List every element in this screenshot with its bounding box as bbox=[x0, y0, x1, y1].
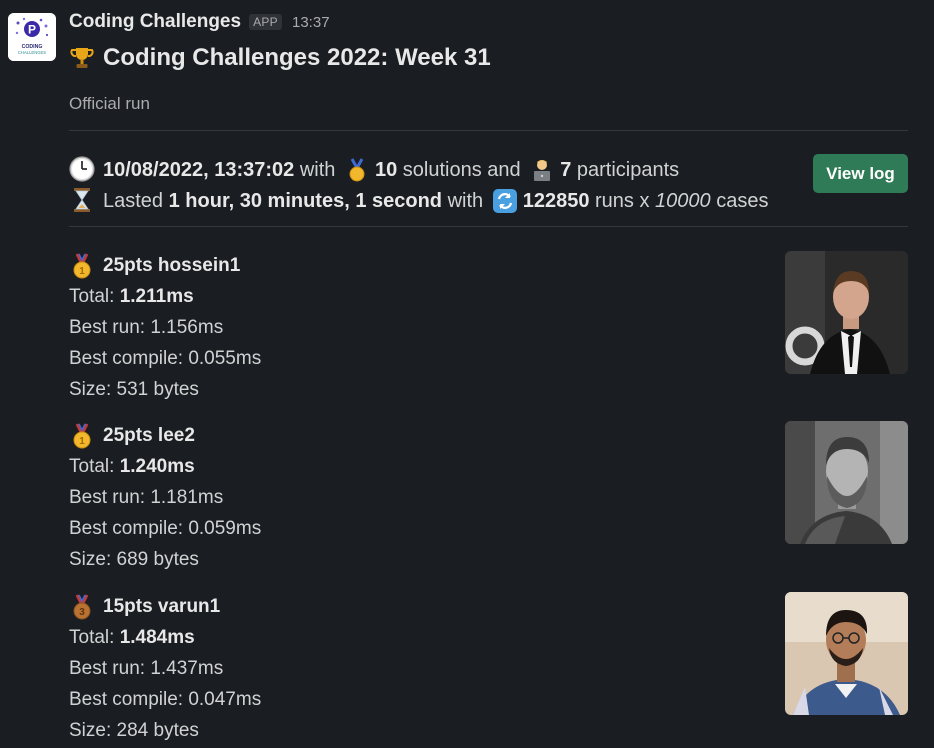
view-log-button[interactable]: View log bbox=[813, 154, 908, 193]
trophy-icon bbox=[70, 48, 94, 68]
person-photo-icon bbox=[785, 592, 908, 715]
entry-best-run: Best run: 1.181ms bbox=[69, 487, 224, 508]
participant-photo[interactable] bbox=[785, 251, 908, 374]
person-photo-icon bbox=[785, 251, 908, 374]
participant-photo[interactable] bbox=[785, 592, 908, 715]
repeat-arrows-icon bbox=[492, 189, 517, 213]
run-summary-line: 10/08/2022, 13:37:02 with 10 solutions a… bbox=[69, 156, 679, 182]
coding-challenges-logo-icon: P CODING CHALLENGES bbox=[8, 13, 56, 61]
entry-best-compile: Best compile: 0.047ms bbox=[69, 689, 262, 710]
svg-text:1: 1 bbox=[79, 436, 85, 447]
svg-text:3: 3 bbox=[79, 607, 85, 618]
run-with-text: with bbox=[294, 159, 341, 181]
technologist-icon bbox=[534, 160, 551, 181]
run-duration-line: Lasted 1 hour, 30 minutes, 1 second with… bbox=[69, 187, 768, 213]
leaderboard-entry: 1 25pts lee2 Total: 1.240ms Best run: 1.… bbox=[69, 421, 909, 575]
entry-total: Total: 1.240ms bbox=[69, 456, 195, 477]
medal-icon bbox=[349, 158, 365, 182]
message-timestamp[interactable]: 13:37 bbox=[292, 14, 330, 31]
entry-best-run: Best run: 1.156ms bbox=[69, 317, 224, 338]
participant-photo[interactable] bbox=[785, 421, 908, 544]
run-duration: 1 hour, 30 minutes, 1 second bbox=[168, 190, 443, 212]
hourglass-icon bbox=[74, 188, 90, 212]
participants-count: 7 bbox=[560, 159, 572, 181]
gold-medal-icon: 1 bbox=[73, 423, 91, 449]
bronze-medal-icon: 3 bbox=[73, 594, 91, 620]
title-text: Coding Challenges 2022: Week 31 bbox=[103, 44, 491, 71]
person-photo-icon bbox=[785, 421, 908, 544]
app-name[interactable]: Coding Challenges bbox=[69, 11, 241, 33]
entry-size: Size: 531 bytes bbox=[69, 379, 199, 400]
entry-best-run: Best run: 1.437ms bbox=[69, 658, 224, 679]
leaderboard-entry: 3 15pts varun1 Total: 1.484ms Best run: … bbox=[69, 592, 909, 746]
entry-total: Total: 1.211ms bbox=[69, 286, 194, 307]
leaderboard-entry: 1 25pts hossein1 Total: 1.211ms Best run… bbox=[69, 251, 909, 405]
entry-title: 15pts varun1 bbox=[103, 596, 221, 617]
app-avatar[interactable]: P CODING CHALLENGES bbox=[8, 13, 56, 61]
entry-total: Total: 1.484ms bbox=[69, 627, 195, 648]
runs-count: 122850 bbox=[522, 190, 590, 212]
entry-best-compile: Best compile: 0.059ms bbox=[69, 518, 262, 539]
clock-icon bbox=[69, 156, 95, 182]
cases-count: 10000 bbox=[655, 190, 711, 212]
message-title: Coding Challenges 2022: Week 31 bbox=[69, 44, 491, 72]
entry-title: 25pts lee2 bbox=[103, 425, 195, 446]
message-subtitle: Official run bbox=[69, 94, 150, 113]
svg-text:CHALLENGES: CHALLENGES bbox=[18, 50, 46, 55]
run-with-text-2: with bbox=[442, 190, 489, 212]
message-header: Coding Challenges APP 13:37 bbox=[69, 11, 330, 33]
divider bbox=[69, 130, 908, 131]
entry-title: 25pts hossein1 bbox=[103, 255, 241, 276]
participants-text: participants bbox=[571, 159, 680, 181]
run-datetime: 10/08/2022, 13:37:02 bbox=[103, 159, 295, 181]
entry-header: 3 15pts varun1 bbox=[69, 592, 909, 622]
entry-header: 1 25pts lee2 bbox=[69, 421, 909, 451]
solutions-text: solutions and bbox=[397, 159, 527, 181]
app-badge: APP bbox=[249, 14, 282, 30]
gold-medal-icon: 1 bbox=[73, 253, 91, 279]
lasted-prefix: Lasted bbox=[103, 190, 169, 212]
svg-text:P: P bbox=[28, 23, 36, 37]
runs-text: runs x bbox=[589, 190, 656, 212]
entry-header: 1 25pts hossein1 bbox=[69, 251, 909, 281]
entry-size: Size: 689 bytes bbox=[69, 549, 199, 570]
entry-size: Size: 284 bytes bbox=[69, 720, 199, 741]
divider bbox=[69, 226, 908, 227]
svg-text:1: 1 bbox=[79, 266, 85, 277]
solutions-count: 10 bbox=[374, 159, 398, 181]
entry-best-compile: Best compile: 0.055ms bbox=[69, 348, 262, 369]
cases-text: cases bbox=[710, 190, 769, 212]
